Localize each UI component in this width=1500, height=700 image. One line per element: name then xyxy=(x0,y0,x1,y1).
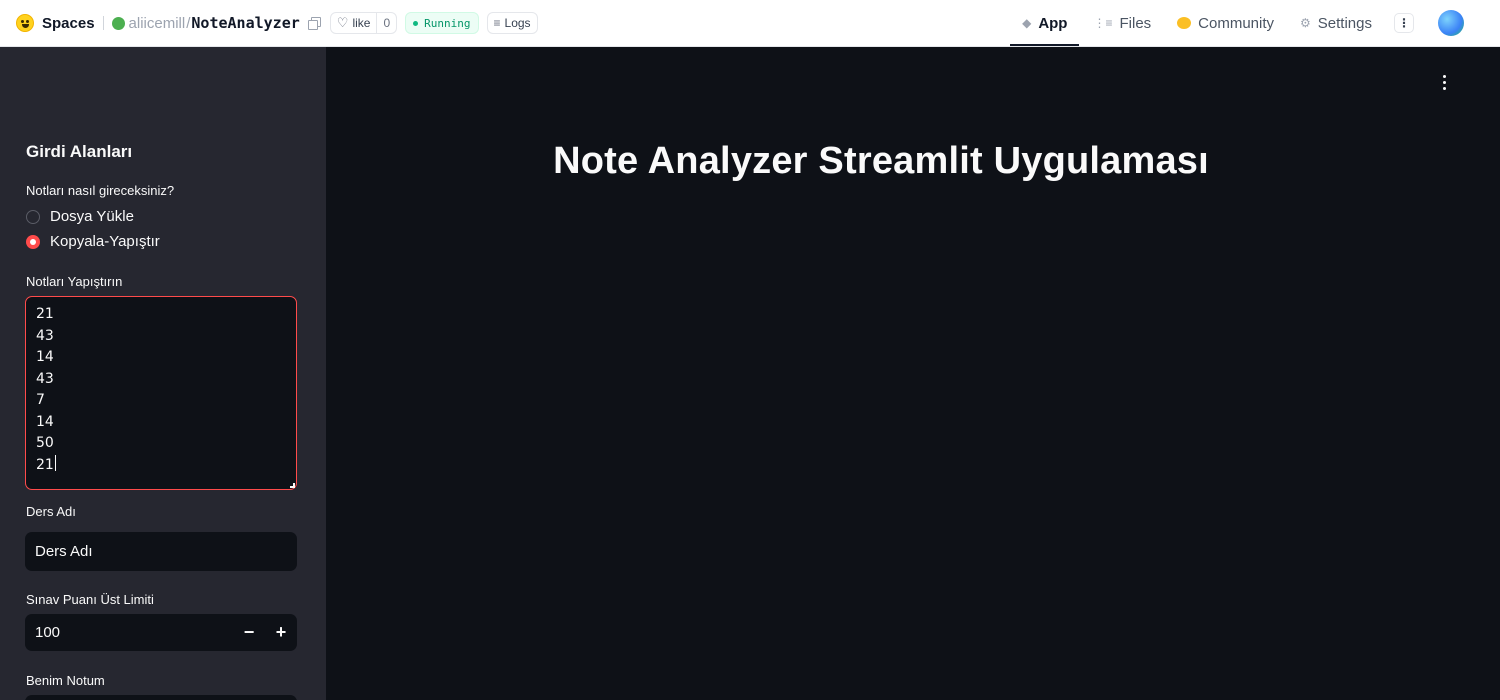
my-grade-input[interactable] xyxy=(25,695,297,700)
tab-files[interactable]: ⋮≡ Files xyxy=(1093,0,1151,46)
community-icon xyxy=(1177,17,1192,29)
heart-icon: ♡ xyxy=(336,15,349,30)
limit-value[interactable]: 100 xyxy=(25,624,233,641)
cube-icon: ◆ xyxy=(1022,16,1032,30)
paste-label: Notları Yapıştırın xyxy=(26,274,123,289)
tab-settings[interactable]: ⚙ Settings xyxy=(1300,0,1372,46)
owner-avatar[interactable] xyxy=(111,16,125,30)
radio-option-upload[interactable]: Dosya Yükle xyxy=(26,208,134,225)
like-label: like xyxy=(352,16,371,30)
hugging-face-icon[interactable] xyxy=(16,14,34,32)
limit-label: Sınav Puanı Üst Limiti xyxy=(26,592,154,607)
radio-unchecked-icon[interactable] xyxy=(26,209,40,224)
course-input-value: Ders Adı xyxy=(35,543,93,560)
radio-option-paste[interactable]: Kopyala-Yapıştır xyxy=(26,233,160,250)
resize-handle-icon[interactable] xyxy=(290,483,295,488)
logs-button[interactable]: ≡ Logs xyxy=(486,12,538,34)
notes-textarea-value: 21 43 14 43 7 14 50 21 xyxy=(36,306,54,473)
status-dot-icon xyxy=(413,20,419,26)
main-menu-kebab-icon[interactable] xyxy=(1436,72,1452,92)
spaces-link[interactable]: Spaces xyxy=(42,15,95,32)
radio-label-upload: Dosya Yükle xyxy=(50,208,134,225)
my-grade-label: Benim Notum xyxy=(26,673,105,688)
tab-community-label: Community xyxy=(1198,14,1275,32)
tab-community[interactable]: Community xyxy=(1177,0,1274,46)
decrement-button[interactable]: − xyxy=(233,614,265,651)
copy-icon[interactable] xyxy=(307,17,321,30)
kebab-icon[interactable]: ⋮ xyxy=(1394,13,1414,33)
notes-textarea[interactable]: 21 43 14 43 7 14 50 21 xyxy=(25,296,297,490)
radio-label-paste: Kopyala-Yapıştır xyxy=(50,233,160,250)
radio-checked-icon[interactable] xyxy=(26,234,40,249)
logs-label: Logs xyxy=(504,16,531,30)
repo-name[interactable]: NoteAnalyzer xyxy=(191,14,299,32)
owner-link[interactable]: aliicemill xyxy=(129,15,186,32)
tab-app[interactable]: ◆ App xyxy=(1009,0,1081,46)
page-title: Note Analyzer Streamlit Uygulaması xyxy=(553,140,1209,182)
hf-topbar: Spaces aliicemill / NoteAnalyzer ♡ like … xyxy=(0,0,1500,47)
tab-app-label: App xyxy=(1038,14,1068,32)
sidebar-title: Girdi Alanları xyxy=(26,142,133,161)
topbar-nav: ◆ App ⋮≡ Files Community ⚙ Settings ⋮ xyxy=(996,0,1500,46)
limit-number-input[interactable]: 100 − + xyxy=(25,614,297,651)
lines-icon: ≡ xyxy=(493,16,501,30)
status-badge[interactable]: Running xyxy=(405,12,479,34)
like-button[interactable]: ♡ like 0 xyxy=(329,12,398,34)
increment-button[interactable]: + xyxy=(265,614,297,651)
input-method-label: Notları nasıl gireceksiniz? xyxy=(26,183,175,198)
path-separator: / xyxy=(186,14,191,32)
divider xyxy=(102,16,104,30)
user-avatar[interactable] xyxy=(1438,10,1464,36)
gear-icon: ⚙ xyxy=(1300,16,1311,30)
files-icon: ⋮≡ xyxy=(1093,16,1113,30)
tab-settings-label: Settings xyxy=(1317,14,1372,32)
tab-files-label: Files xyxy=(1119,14,1152,32)
course-label: Ders Adı xyxy=(26,504,76,519)
sidebar: Girdi Alanları Notları nasıl gireceksini… xyxy=(0,47,326,700)
like-count[interactable]: 0 xyxy=(376,13,396,33)
status-label: Running xyxy=(424,16,471,30)
course-input[interactable]: Ders Adı xyxy=(25,532,297,571)
text-caret xyxy=(54,454,56,471)
topbar-left: Spaces aliicemill / NoteAnalyzer ♡ like … xyxy=(0,0,538,46)
